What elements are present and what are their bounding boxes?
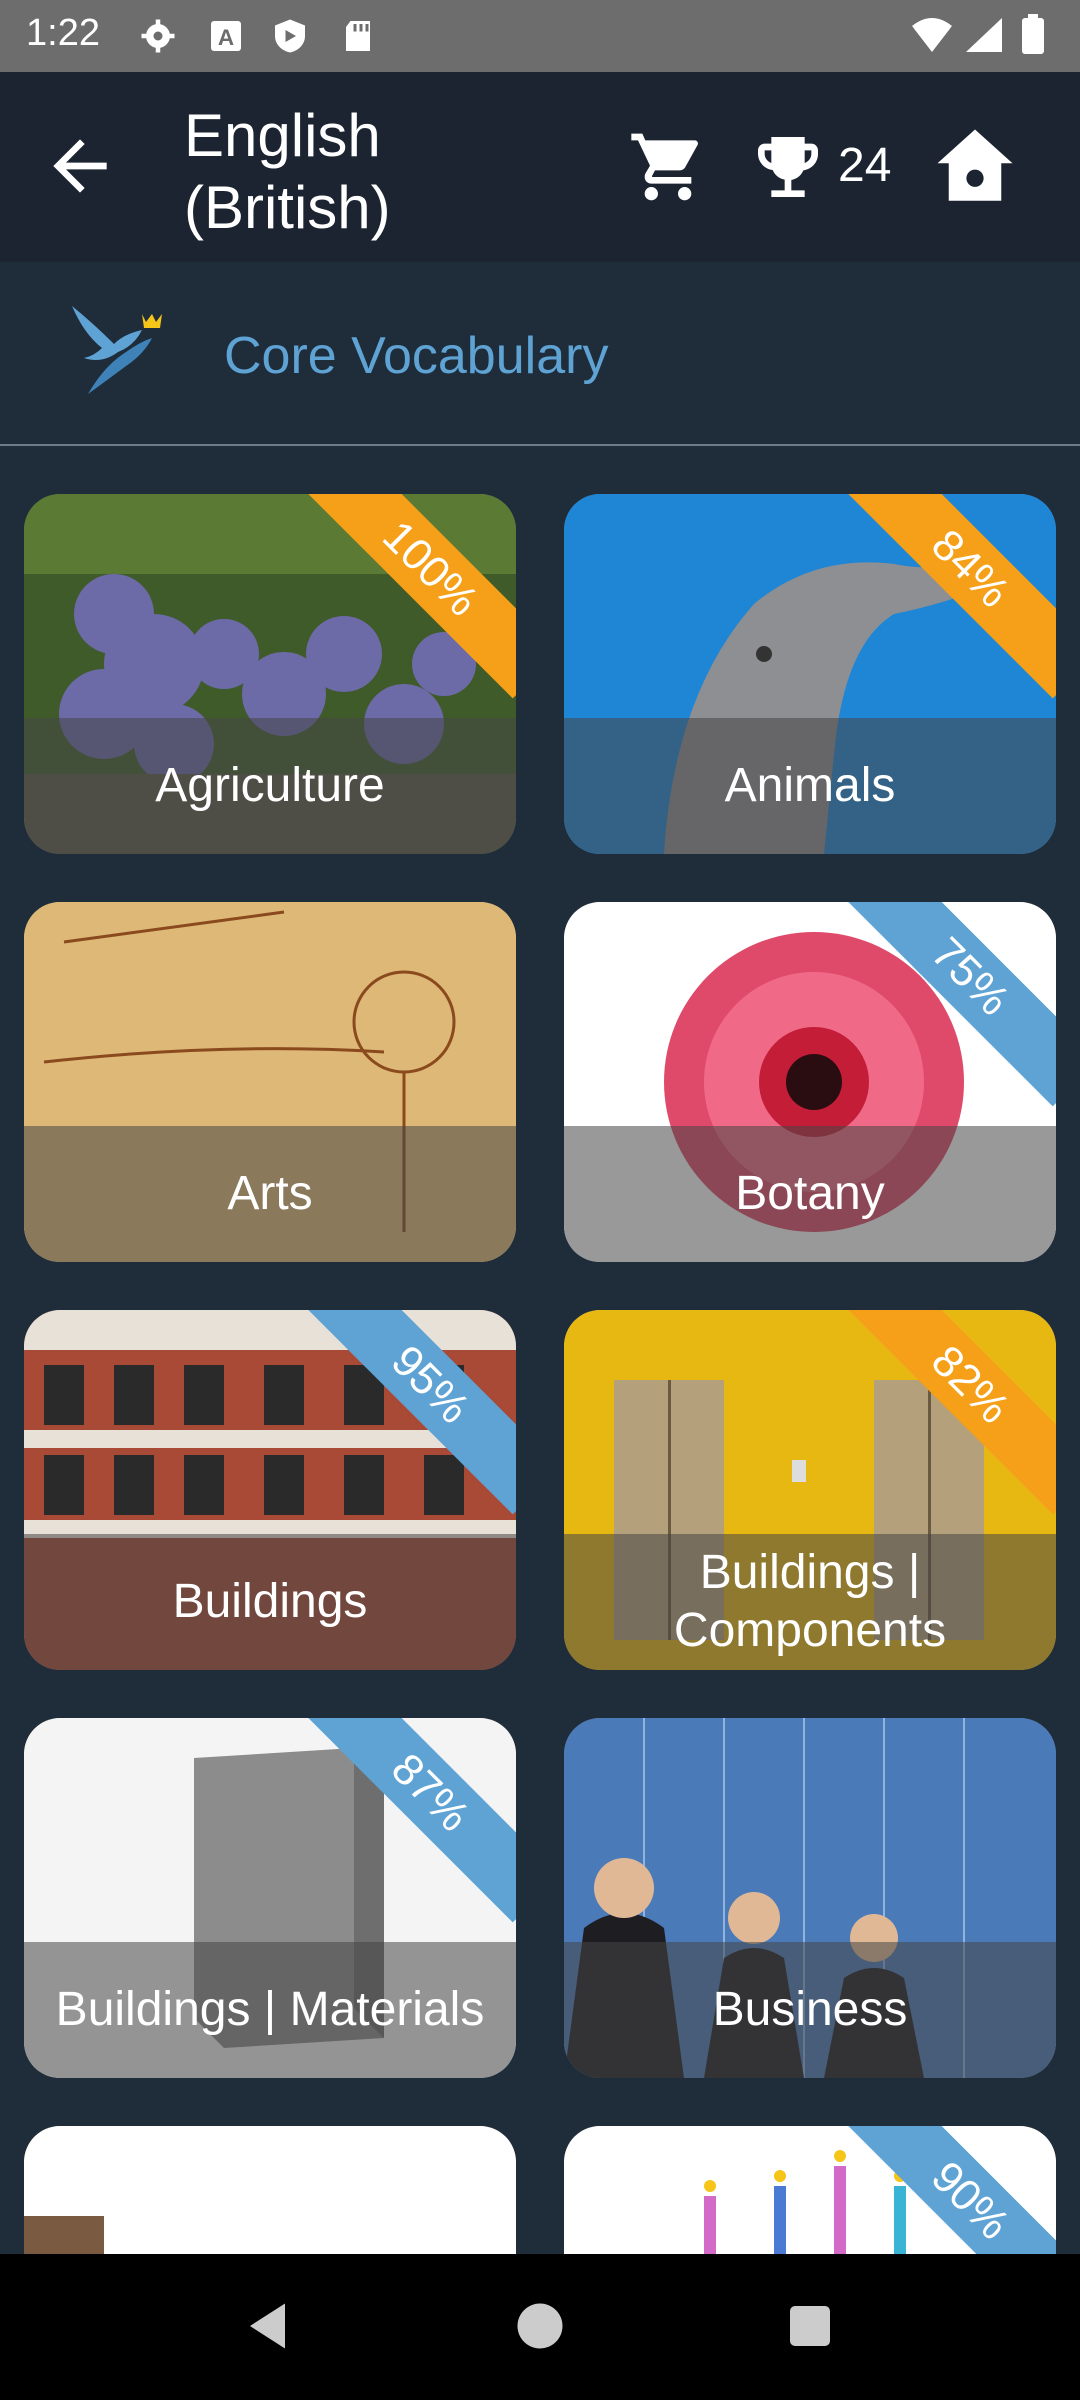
category-label: Business — [712, 1983, 908, 2036]
category-card-partial-left[interactable] — [24, 2126, 516, 2254]
cart-icon[interactable] — [628, 127, 708, 207]
category-card-partial-right[interactable]: 90% — [564, 2126, 1056, 2254]
partial-image — [24, 2126, 516, 2254]
category-label: Buildings | Materials — [55, 1983, 485, 2036]
category-card-agriculture[interactable]: Agriculture 100% — [24, 494, 516, 854]
category-card-botany[interactable]: Botany 75% — [564, 902, 1056, 1262]
status-time: 1:22 — [26, 12, 100, 54]
category-label: Agriculture — [155, 759, 385, 812]
category-label: Botany — [735, 1167, 885, 1220]
battery-icon — [1022, 14, 1044, 54]
sd-card-icon — [346, 21, 370, 51]
text-a-icon: A — [211, 21, 241, 51]
section-title: Core Vocabulary — [224, 327, 609, 385]
category-label: Arts — [227, 1167, 313, 1220]
category-card-business[interactable]: Business — [564, 1718, 1056, 2078]
category-grid: Agriculture 100% Animals 84% Arts Botany… — [0, 446, 1080, 2254]
home-icon[interactable] — [930, 122, 1020, 212]
system-nav-bar — [0, 2254, 1080, 2400]
category-card-animals[interactable]: Animals 84% — [564, 494, 1056, 854]
wifi-icon — [912, 18, 952, 52]
bird-crown-icon — [72, 306, 162, 394]
nav-home-icon[interactable] — [510, 2296, 570, 2356]
category-label: Buildings — [172, 1575, 368, 1628]
category-label: Buildings | Components — [673, 1546, 947, 1657]
play-protect-icon — [275, 19, 305, 53]
back-arrow-icon[interactable] — [40, 126, 120, 206]
page-title: English (British) — [184, 102, 391, 241]
category-card-buildings-components[interactable]: Buildings | Components 82% — [564, 1310, 1056, 1670]
trophy-count: 24 — [838, 139, 892, 192]
signal-icon — [966, 18, 1002, 52]
svg-text:A: A — [218, 25, 234, 50]
settings-icon — [141, 19, 175, 53]
status-bar: 1:22 A — [0, 0, 1080, 72]
trophy-icon[interactable] — [748, 127, 828, 207]
app-bar: English (British) 24 — [0, 72, 1080, 262]
category-card-buildings-materials[interactable]: Buildings | Materials 87% — [24, 1718, 516, 2078]
category-label: Animals — [724, 759, 896, 812]
category-card-arts[interactable]: Arts — [24, 902, 516, 1262]
section-header: Core Vocabulary — [0, 262, 1080, 446]
nav-recents-icon[interactable] — [780, 2296, 840, 2356]
nav-back-icon[interactable] — [240, 2296, 300, 2356]
status-right-icons — [912, 14, 1044, 54]
category-card-buildings[interactable]: Buildings 95% — [24, 1310, 516, 1670]
